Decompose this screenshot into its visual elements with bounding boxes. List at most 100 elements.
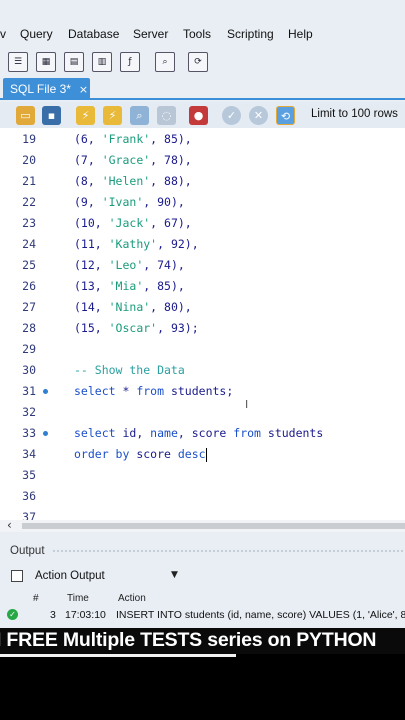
sql-editor[interactable]: 19 (6, 'Frank', 85), 20 (7, 'Grace', 78), 21… (0, 128, 405, 520)
code-text: select * from students; (74, 381, 233, 402)
line-number: 23 (22, 216, 36, 230)
line-number: 29 (22, 342, 36, 356)
rollback-icon[interactable]: ✕ (249, 106, 268, 125)
col-time: Time (67, 593, 89, 604)
line-number: 30 (22, 363, 36, 377)
code-line[interactable]: 19 (6, 'Frank', 85), (0, 129, 405, 150)
table-icon[interactable]: ▦ (36, 52, 56, 72)
code-line[interactable]: 34 order by score desc (0, 444, 405, 465)
string-token: 'Grace' (101, 153, 151, 167)
dropdown-caret-icon[interactable]: ▼ (171, 570, 178, 580)
code-text: select id, name, score from students (74, 423, 323, 444)
code-token: (14, (74, 300, 109, 314)
limit-rows-select[interactable]: Limit to 100 rows (311, 108, 398, 120)
menu-item-help[interactable]: Help (288, 27, 313, 41)
code-line[interactable]: 24 (11, 'Kathy', 92), (0, 234, 405, 255)
execute-current-icon[interactable]: ⚡ (103, 106, 122, 125)
code-text: order by score desc (74, 444, 207, 465)
black-area (0, 657, 405, 720)
view-icon[interactable]: ▤ (64, 52, 84, 72)
code-text: (13, 'Mia', 85), (74, 276, 185, 297)
function-icon[interactable]: ƒ (120, 52, 140, 72)
menu-item-tools[interactable]: Tools (183, 27, 211, 41)
scroll-left-icon[interactable]: ‹ (7, 518, 12, 532)
editor-toolbar: ▭ ▪ ⚡ ⚡ ⌕ ◌ ● ✓ ✕ ⟲ Limit to 100 rows (0, 102, 405, 128)
table-row[interactable]: ✓ 3 17:03:10 INSERT INTO students (id, n… (0, 607, 405, 625)
code-token: (15, (74, 321, 109, 335)
horizontal-scrollbar[interactable]: ‹ (0, 518, 405, 532)
code-line[interactable]: 25 (12, 'Leo', 74), (0, 255, 405, 276)
string-token: 'Nina' (108, 300, 151, 314)
workbench-window: v Query Database Server Tools Scripting … (0, 0, 405, 636)
code-line[interactable]: 20 (7, 'Grace', 78), (0, 150, 405, 171)
code-text: (12, 'Leo', 74), (74, 255, 185, 276)
col-num: # (33, 593, 39, 604)
procedure-icon[interactable]: ▥ (92, 52, 112, 72)
code-line[interactable]: 37 (0, 507, 405, 520)
mouse-ibeam-icon: I (245, 398, 249, 411)
scrollbar-thumb[interactable] (22, 523, 405, 529)
line-number: 31 (22, 384, 36, 398)
editor-tab-row: SQL File 3* × (0, 78, 405, 100)
line-number: 22 (22, 195, 36, 209)
code-line[interactable]: 26 (13, 'Mia', 85), (0, 276, 405, 297)
panel-grip[interactable] (52, 549, 405, 554)
code-token: , 74), (143, 258, 185, 272)
statement-marker-icon[interactable] (43, 389, 48, 394)
text-cursor (205, 447, 207, 462)
explain-icon[interactable]: ⌕ (130, 106, 149, 125)
comment-token: -- Show the Data (74, 363, 185, 377)
code-text: (15, 'Oscar', 93); (74, 318, 199, 339)
line-number: 24 (22, 237, 36, 251)
search-table-icon[interactable]: ⌕ (155, 52, 175, 72)
code-token: (8, (74, 174, 102, 188)
code-line[interactable]: 28 (15, 'Oscar', 93); (0, 318, 405, 339)
code-token: , 85), (143, 279, 185, 293)
autocommit-icon[interactable]: ⟲ (276, 106, 295, 125)
code-text: (7, 'Grace', 78), (74, 150, 192, 171)
caption-text: I FREE Multiple TESTS series on PYTHON (0, 629, 377, 651)
code-line[interactable]: 23 (10, 'Jack', 67), (0, 213, 405, 234)
code-line[interactable]: 29 (0, 339, 405, 360)
code-line[interactable]: 35 (0, 465, 405, 486)
save-icon[interactable]: ▪ (42, 106, 61, 125)
code-token: id, (115, 426, 151, 440)
reconnect-icon[interactable]: ⟳ (188, 52, 208, 72)
code-line[interactable]: 32 (0, 402, 405, 423)
toggle-error-icon[interactable]: ● (189, 106, 208, 125)
code-line[interactable]: 27 (14, 'Nina', 80), (0, 297, 405, 318)
menu-item-scripting[interactable]: Scripting (227, 27, 274, 41)
string-token: 'Mia' (108, 279, 144, 293)
menu-item-query[interactable]: Query (20, 27, 53, 41)
code-token: students (260, 426, 324, 440)
menu-item-database[interactable]: Database (68, 27, 119, 41)
line-number: 26 (22, 279, 36, 293)
code-token: * (115, 384, 137, 398)
sql-script-icon[interactable]: ☰ (8, 52, 28, 72)
code-line[interactable]: 22 (9, 'Ivan', 90), (0, 192, 405, 213)
code-line[interactable]: 36 (0, 486, 405, 507)
code-line[interactable]: 30 -- Show the Data (0, 360, 405, 381)
stop-icon[interactable]: ◌ (157, 106, 176, 125)
open-file-icon[interactable]: ▭ (16, 106, 35, 125)
commit-icon[interactable]: ✓ (222, 106, 241, 125)
statement-marker-icon[interactable] (43, 431, 48, 436)
code-token: (12, (74, 258, 109, 272)
caption-banner: I FREE Multiple TESTS series on PYTHON (0, 628, 405, 654)
code-token: (6, (74, 132, 102, 146)
code-text: (11, 'Kathy', 92), (74, 234, 199, 255)
execute-icon[interactable]: ⚡ (76, 106, 95, 125)
code-token: , score (177, 426, 234, 440)
menu-item-view[interactable]: v (0, 27, 6, 41)
menu-item-server[interactable]: Server (133, 27, 168, 41)
string-token: 'Kathy' (108, 237, 158, 251)
output-selector[interactable]: Action Output ▼ (0, 564, 405, 588)
code-line[interactable]: 21 (8, 'Helen', 88), (0, 171, 405, 192)
close-icon[interactable]: × (79, 83, 88, 96)
tab-sql-file[interactable]: SQL File 3* × (3, 78, 90, 100)
code-token: (13, (74, 279, 109, 293)
line-number: 28 (22, 321, 36, 335)
code-line[interactable]: 31 select * from students; (0, 381, 405, 402)
code-line[interactable]: 33 select id, name, score from students (0, 423, 405, 444)
keyword-token: order by (74, 447, 130, 461)
